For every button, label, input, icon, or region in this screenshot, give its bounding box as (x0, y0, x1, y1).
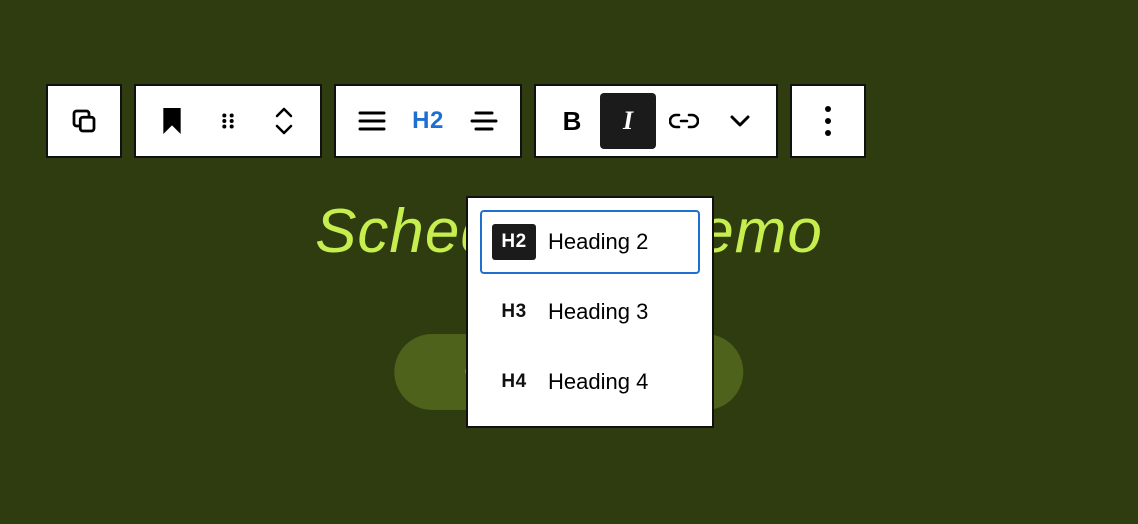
toolbar-group-position (134, 84, 322, 158)
link-icon (669, 111, 699, 131)
overlap-squares-icon (69, 106, 99, 136)
bold-icon: B (563, 106, 582, 137)
italic-button[interactable]: I (600, 93, 656, 149)
align-button[interactable] (344, 93, 400, 149)
heading-badge: H2 (492, 224, 536, 260)
link-button[interactable] (656, 93, 712, 149)
heading-level-label: H2 (412, 107, 444, 135)
chevron-down-icon (729, 114, 751, 128)
toolbar-group-format: B I (534, 84, 778, 158)
heading-option-label: Heading 2 (548, 229, 648, 255)
move-up-down-button[interactable] (256, 93, 312, 149)
block-type-button[interactable] (56, 93, 112, 149)
chevron-up-icon (274, 107, 294, 119)
heading-badge: H4 (492, 364, 536, 400)
kebab-icon (825, 106, 831, 136)
toolbar-group-block-type (46, 84, 122, 158)
heading-level-button[interactable]: H2 (400, 93, 456, 149)
align-center-icon (470, 110, 498, 132)
select-parent-button[interactable] (144, 93, 200, 149)
chevron-down-icon (274, 123, 294, 135)
heading-option-h3[interactable]: H3 Heading 3 (480, 280, 700, 344)
block-toolbar: H2 B I (46, 84, 866, 158)
heading-option-h2[interactable]: H2 Heading 2 (480, 210, 700, 274)
heading-level-dropdown: H2 Heading 2 H3 Heading 3 H4 Heading 4 (466, 196, 714, 428)
heading-option-label: Heading 3 (548, 299, 648, 325)
heading-option-label: Heading 4 (548, 369, 648, 395)
more-format-button[interactable] (712, 93, 768, 149)
text-align-button[interactable] (456, 93, 512, 149)
drag-dots-icon (217, 110, 239, 132)
drag-handle[interactable] (200, 93, 256, 149)
options-button[interactable] (800, 93, 856, 149)
toolbar-group-options (790, 84, 866, 158)
align-lines-icon (358, 110, 386, 132)
toolbar-group-heading: H2 (334, 84, 522, 158)
heading-option-h4[interactable]: H4 Heading 4 (480, 350, 700, 414)
italic-icon: I (623, 106, 633, 136)
bold-button[interactable]: B (544, 93, 600, 149)
bookmark-icon (161, 108, 183, 134)
heading-badge: H3 (492, 294, 536, 330)
